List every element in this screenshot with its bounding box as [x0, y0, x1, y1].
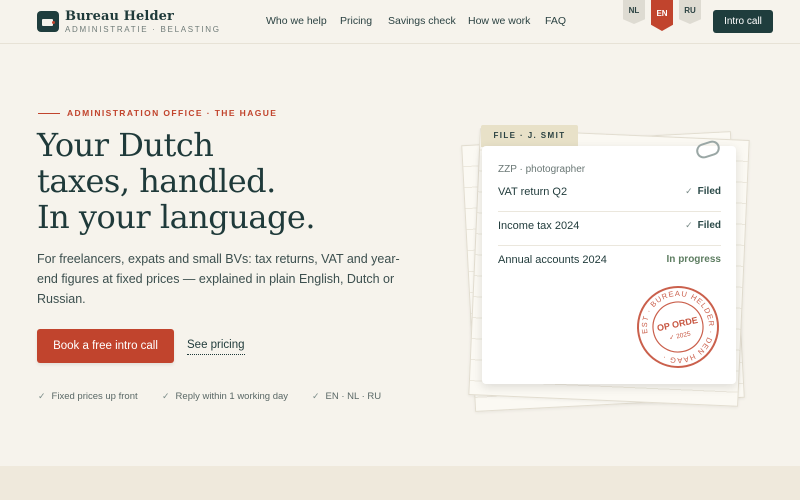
check-icon: ✓	[312, 391, 320, 401]
lang-en[interactable]: EN	[651, 0, 673, 31]
lang-ru[interactable]: RU	[679, 0, 701, 24]
check-icon: ✓	[685, 220, 693, 230]
stamp-sub-text: ✓ 2025	[669, 331, 692, 342]
row-label: Income tax 2024	[498, 220, 580, 232]
nav-savings-check[interactable]: Savings check	[388, 15, 456, 27]
check-icon: ✓	[685, 186, 693, 196]
status-badge: In progress	[667, 254, 721, 265]
intro-call-button[interactable]: Intro call	[713, 10, 773, 33]
feature-item: ✓ EN · NL · RU	[312, 391, 381, 402]
hero-eyebrow: ADMINISTRATION OFFICE · THE HAGUE	[67, 108, 278, 118]
see-pricing-link[interactable]: See pricing	[187, 339, 245, 355]
row-label: Annual accounts 2024	[498, 254, 607, 266]
feature-label: Fixed prices up front	[51, 391, 138, 402]
feature-item: ✓ Reply within 1 working day	[162, 391, 288, 402]
nav-who-we-help[interactable]: Who we help	[266, 15, 327, 27]
file-tab: FILE · J. SMIT	[481, 125, 578, 147]
brand-name[interactable]: Bureau Helder	[65, 9, 174, 24]
hero-title-line-3: In your language.	[37, 198, 316, 236]
feature-item: ✓ Fixed prices up front	[38, 391, 138, 402]
lang-nl[interactable]: NL	[623, 0, 645, 24]
hero-title-line-1: Your Dutch	[37, 126, 214, 164]
eyebrow-divider	[38, 113, 60, 114]
check-icon: ✓	[38, 391, 46, 401]
nav-how-we-work[interactable]: How we work	[468, 15, 530, 27]
file-row: Annual accounts 2024 In progress	[498, 245, 721, 279]
book-intro-call-button[interactable]: Book a free intro call	[37, 329, 174, 363]
hero-description: For freelancers, expats and small BVs: t…	[37, 252, 400, 306]
site-header: Bureau Helder ADMINISTRATIE · BELASTING …	[0, 0, 800, 44]
row-label: VAT return Q2	[498, 186, 568, 198]
nav-pricing[interactable]: Pricing	[340, 15, 372, 27]
status-text: Filed	[697, 220, 721, 231]
status-text: In progress	[666, 254, 721, 265]
feature-label: EN · NL · RU	[325, 391, 382, 402]
approval-stamp: EST · BUREAU HELDER · DEN HAAG · OP ORDE…	[633, 282, 723, 372]
status-badge: ✓ Filed	[685, 186, 721, 197]
client-subtitle: ZZP · photographer	[498, 164, 586, 175]
status-badge: ✓ Filed	[685, 220, 721, 231]
status-text: Filed	[697, 186, 721, 197]
file-row: Income tax 2024 ✓ Filed	[498, 211, 721, 246]
hero-title-line-2: taxes, handled.	[37, 162, 276, 200]
file-row: VAT return Q2 ✓ Filed	[498, 177, 721, 212]
check-icon: ✓	[162, 391, 170, 401]
hero-title: Your Dutch taxes, handled. In your langu…	[37, 126, 316, 236]
logo-icon[interactable]	[37, 11, 59, 32]
nav-faq[interactable]: FAQ	[545, 15, 566, 27]
stamp-center-text: OP ORDE	[656, 315, 699, 333]
footer-band	[0, 466, 800, 500]
feature-label: Reply within 1 working day	[175, 391, 289, 402]
brand-tagline: ADMINISTRATIE · BELASTING	[65, 25, 221, 34]
